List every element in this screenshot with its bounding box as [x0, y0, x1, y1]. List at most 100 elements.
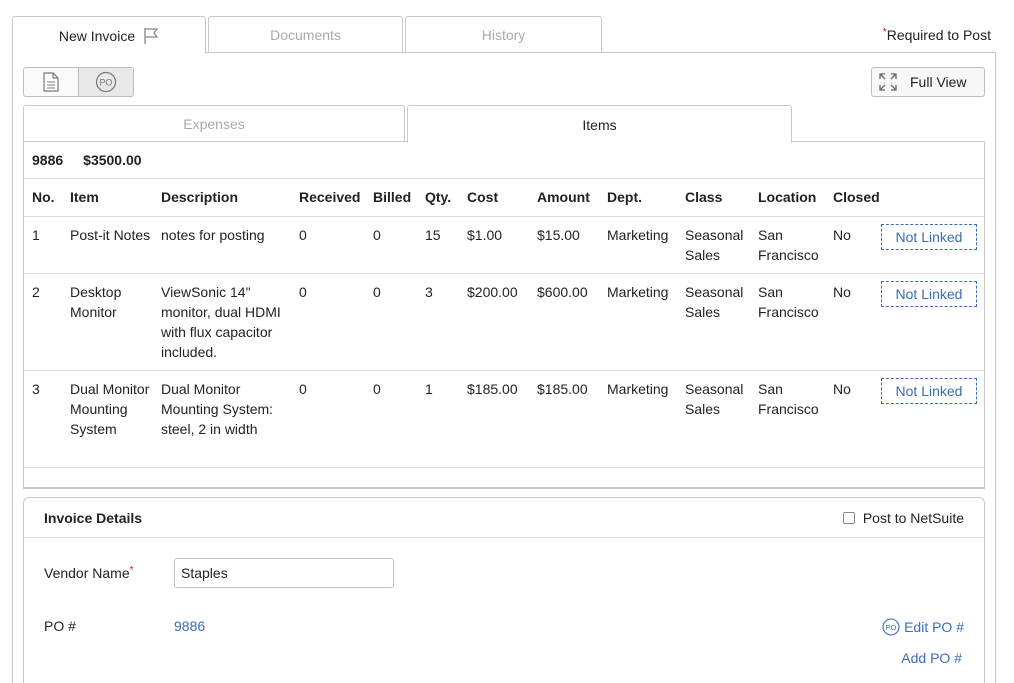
items-panel: 9886 $3500.00 No. Item Description Recei…: [23, 141, 985, 489]
cell-amount: $15.00: [529, 216, 599, 274]
po-label: PO #: [44, 618, 76, 634]
col-header: [873, 179, 984, 217]
po-icon: PO: [95, 71, 117, 93]
cell-qty: 15: [417, 216, 459, 274]
table-row[interactable]: 2 Desktop Monitor ViewSonic 14" monitor,…: [24, 273, 984, 371]
cell-cost: $200.00: [459, 273, 529, 371]
post-to-netsuite[interactable]: Post to NetSuite: [842, 509, 964, 526]
tab-items[interactable]: Items: [407, 105, 792, 143]
cell-link: Not Linked: [873, 273, 984, 371]
col-header: Class: [677, 179, 750, 217]
cell-no: 2: [24, 273, 62, 371]
vendor-name-input[interactable]: [174, 558, 394, 588]
not-linked-button[interactable]: Not Linked: [881, 280, 977, 307]
document-view-button[interactable]: [24, 68, 78, 96]
post-to-netsuite-checkbox[interactable]: [842, 511, 855, 524]
col-header: No.: [24, 179, 62, 217]
tab-expenses[interactable]: Expenses: [23, 105, 405, 142]
col-header: Qty.: [417, 179, 459, 217]
col-header: Item: [62, 179, 153, 217]
cell-dept: Marketing: [599, 216, 677, 274]
cell-description: notes for posting: [153, 216, 291, 274]
cell-location: San Francisco: [750, 370, 825, 468]
post-to-netsuite-label: Post to NetSuite: [862, 509, 964, 526]
view-toggle: PO: [23, 67, 134, 97]
edit-po-label: Edit PO #: [904, 619, 964, 635]
tab-label: History: [481, 27, 526, 43]
cell-location: San Francisco: [750, 273, 825, 371]
col-header: Dept.: [599, 179, 677, 217]
cell-dept: Marketing: [599, 370, 677, 468]
cell-class: Seasonal Sales: [677, 273, 750, 371]
svg-text:PO: PO: [886, 623, 897, 632]
items-table: No. Item Description Received Billed Qty…: [24, 179, 984, 468]
document-icon: [43, 72, 59, 92]
po-icon: PO: [882, 618, 900, 636]
cell-description: ViewSonic 14" monitor, dual HDMI with fl…: [153, 273, 291, 371]
po-number-link[interactable]: 9886: [174, 618, 205, 634]
po-view-button[interactable]: PO: [78, 68, 133, 96]
tab-label: Expenses: [183, 116, 245, 132]
table-row[interactable]: 1 Post-it Notes notes for posting 0 0 15…: [24, 216, 984, 274]
full-view-label: Full View: [910, 74, 967, 90]
cell-received: 0: [291, 216, 365, 274]
invoice-details-title: Invoice Details: [44, 509, 143, 526]
svg-text:PO: PO: [99, 78, 112, 88]
cell-billed: 0: [365, 216, 417, 274]
cell-class: Seasonal Sales: [677, 216, 750, 274]
full-view-button[interactable]: Full View: [871, 67, 985, 97]
expand-icon: [879, 73, 897, 91]
cell-qty: 3: [417, 273, 459, 371]
col-header: Closed: [825, 179, 880, 217]
cell-received: 0: [291, 273, 365, 371]
invoice-details-header: Invoice Details Post to NetSuite: [24, 498, 984, 538]
not-linked-button[interactable]: Not Linked: [881, 223, 977, 250]
cell-amount: $600.00: [529, 273, 599, 371]
required-star: *: [129, 565, 134, 576]
cell-received: 0: [291, 370, 365, 468]
col-header: Billed: [365, 179, 417, 217]
invoice-details-panel: Invoice Details Post to NetSuite Vendor …: [23, 497, 985, 683]
required-note: *Required to Post: [882, 27, 991, 43]
tab-documents[interactable]: Documents: [208, 16, 403, 53]
cell-qty: 1: [417, 370, 459, 468]
vendor-name-label: Vendor Name*: [44, 565, 134, 581]
cell-no: 1: [24, 216, 62, 274]
cell-item: Post-it Notes: [62, 216, 153, 274]
cell-amount: $185.00: [529, 370, 599, 468]
cell-closed: No: [825, 216, 873, 274]
cell-item: Dual Monitor Mounting System: [62, 370, 153, 468]
table-row[interactable]: 3 Dual Monitor Mounting System Dual Moni…: [24, 370, 984, 468]
items-summary: 9886 $3500.00: [24, 142, 984, 179]
tab-label: Documents: [270, 27, 341, 43]
cell-class: Seasonal Sales: [677, 370, 750, 468]
cell-cost: $185.00: [459, 370, 529, 468]
summary-total: $3500.00: [83, 152, 142, 168]
cell-billed: 0: [365, 370, 417, 468]
col-header: Location: [750, 179, 825, 217]
edit-po-link[interactable]: PO Edit PO #: [882, 618, 964, 636]
col-header: Received: [291, 179, 365, 217]
cell-item: Desktop Monitor: [62, 273, 153, 371]
not-linked-button[interactable]: Not Linked: [881, 377, 977, 404]
cell-closed: No: [825, 370, 873, 468]
cell-dept: Marketing: [599, 273, 677, 371]
add-po-link[interactable]: Add PO #: [901, 650, 962, 666]
tab-new-invoice[interactable]: New Invoice: [12, 16, 206, 54]
cell-description: Dual Monitor Mounting System: steel, 2 i…: [153, 370, 291, 468]
table-header-row: No. Item Description Received Billed Qty…: [24, 179, 984, 217]
cell-cost: $1.00: [459, 216, 529, 274]
col-header: Amount: [529, 179, 599, 217]
cell-billed: 0: [365, 273, 417, 371]
cell-location: San Francisco: [750, 216, 825, 274]
cell-link: Not Linked: [873, 370, 984, 468]
cell-link: Not Linked: [873, 216, 984, 274]
cell-closed: No: [825, 273, 873, 371]
cell-no: 3: [24, 370, 62, 468]
col-header: Cost: [459, 179, 529, 217]
tab-label: Items: [582, 116, 617, 133]
col-header: Description: [153, 179, 291, 217]
tab-history[interactable]: History: [405, 16, 602, 53]
tab-label: New Invoice: [58, 27, 136, 44]
flag-icon: [144, 27, 159, 44]
